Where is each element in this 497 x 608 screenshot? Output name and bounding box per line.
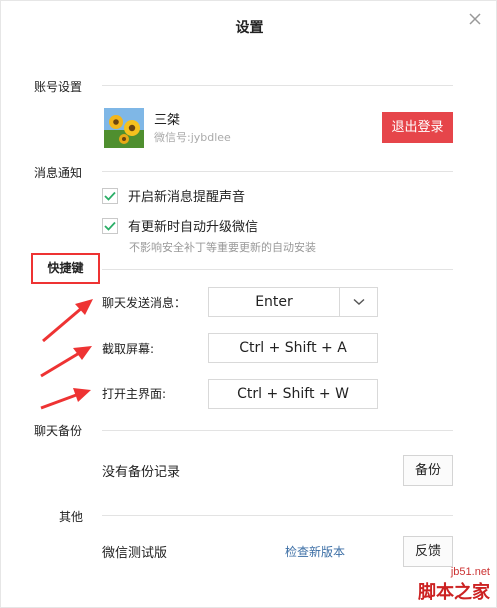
chevron-down-icon (353, 298, 364, 305)
close-icon[interactable] (466, 10, 484, 28)
backup-button[interactable]: 备份 (403, 455, 453, 486)
option-new-message-sound[interactable]: 开启新消息提醒声音 (102, 186, 245, 205)
avatar (104, 108, 144, 148)
section-label-backup: 聊天备份 (34, 424, 83, 438)
checkbox-auto-upgrade[interactable] (102, 217, 118, 234)
divider (102, 430, 453, 431)
section-label-other: 其他 (59, 510, 84, 524)
send-message-shortcut-select[interactable]: Enter (208, 287, 339, 317)
check-update-link[interactable]: 检查新版本 (285, 543, 345, 560)
logout-button[interactable]: 退出登录 (382, 112, 453, 143)
annotation-arrow-icon (42, 299, 93, 343)
window-title: 设置 (235, 20, 264, 36)
shortcut-label-send: 聊天发送消息： (102, 296, 187, 310)
screenshot-shortcut-field[interactable]: Ctrl + Shift + A (208, 333, 378, 363)
divider (102, 85, 453, 86)
divider (102, 171, 453, 172)
divider (102, 269, 453, 270)
section-label-account: 账号设置 (34, 80, 83, 94)
divider (102, 515, 453, 516)
settings-window: 设置 账号设置 三桀 微信号:jybdlee 退出登录 消息通知 开启新消息提醒… (0, 0, 497, 608)
option-label: 有更新时自动升级微信 (128, 220, 259, 235)
backup-status: 没有备份记录 (102, 465, 181, 480)
annotation-arrow-icon (40, 388, 91, 410)
wechat-id: 微信号:jybdlee (154, 131, 231, 144)
check-icon (104, 221, 116, 231)
watermark-name: 脚本之家 (418, 582, 490, 603)
version-label: 微信测试版 (102, 546, 168, 561)
open-main-shortcut-field[interactable]: Ctrl + Shift + W (208, 379, 378, 409)
auto-upgrade-hint: 不影响安全补丁等重要更新的自动安装 (129, 241, 316, 254)
shortcut-label-open-main: 打开主界面: (102, 387, 167, 401)
checkbox-new-message-sound[interactable] (102, 187, 118, 204)
annotation-arrow-icon (40, 346, 92, 378)
check-icon (104, 191, 116, 201)
option-auto-upgrade[interactable]: 有更新时自动升级微信 (102, 216, 258, 235)
watermark-url: jb51.net (450, 566, 490, 578)
watermark: jb51.net 脚本之家 (418, 566, 490, 604)
shortcut-label-screenshot: 截取屏幕: (102, 342, 155, 356)
section-label-notify: 消息通知 (34, 166, 83, 180)
section-label-shortcuts: 快捷键 (31, 253, 100, 284)
feedback-button[interactable]: 反馈 (403, 536, 453, 567)
option-label: 开启新消息提醒声音 (128, 190, 246, 205)
nickname: 三桀 (154, 113, 181, 128)
send-message-dropdown-button[interactable] (339, 287, 378, 317)
